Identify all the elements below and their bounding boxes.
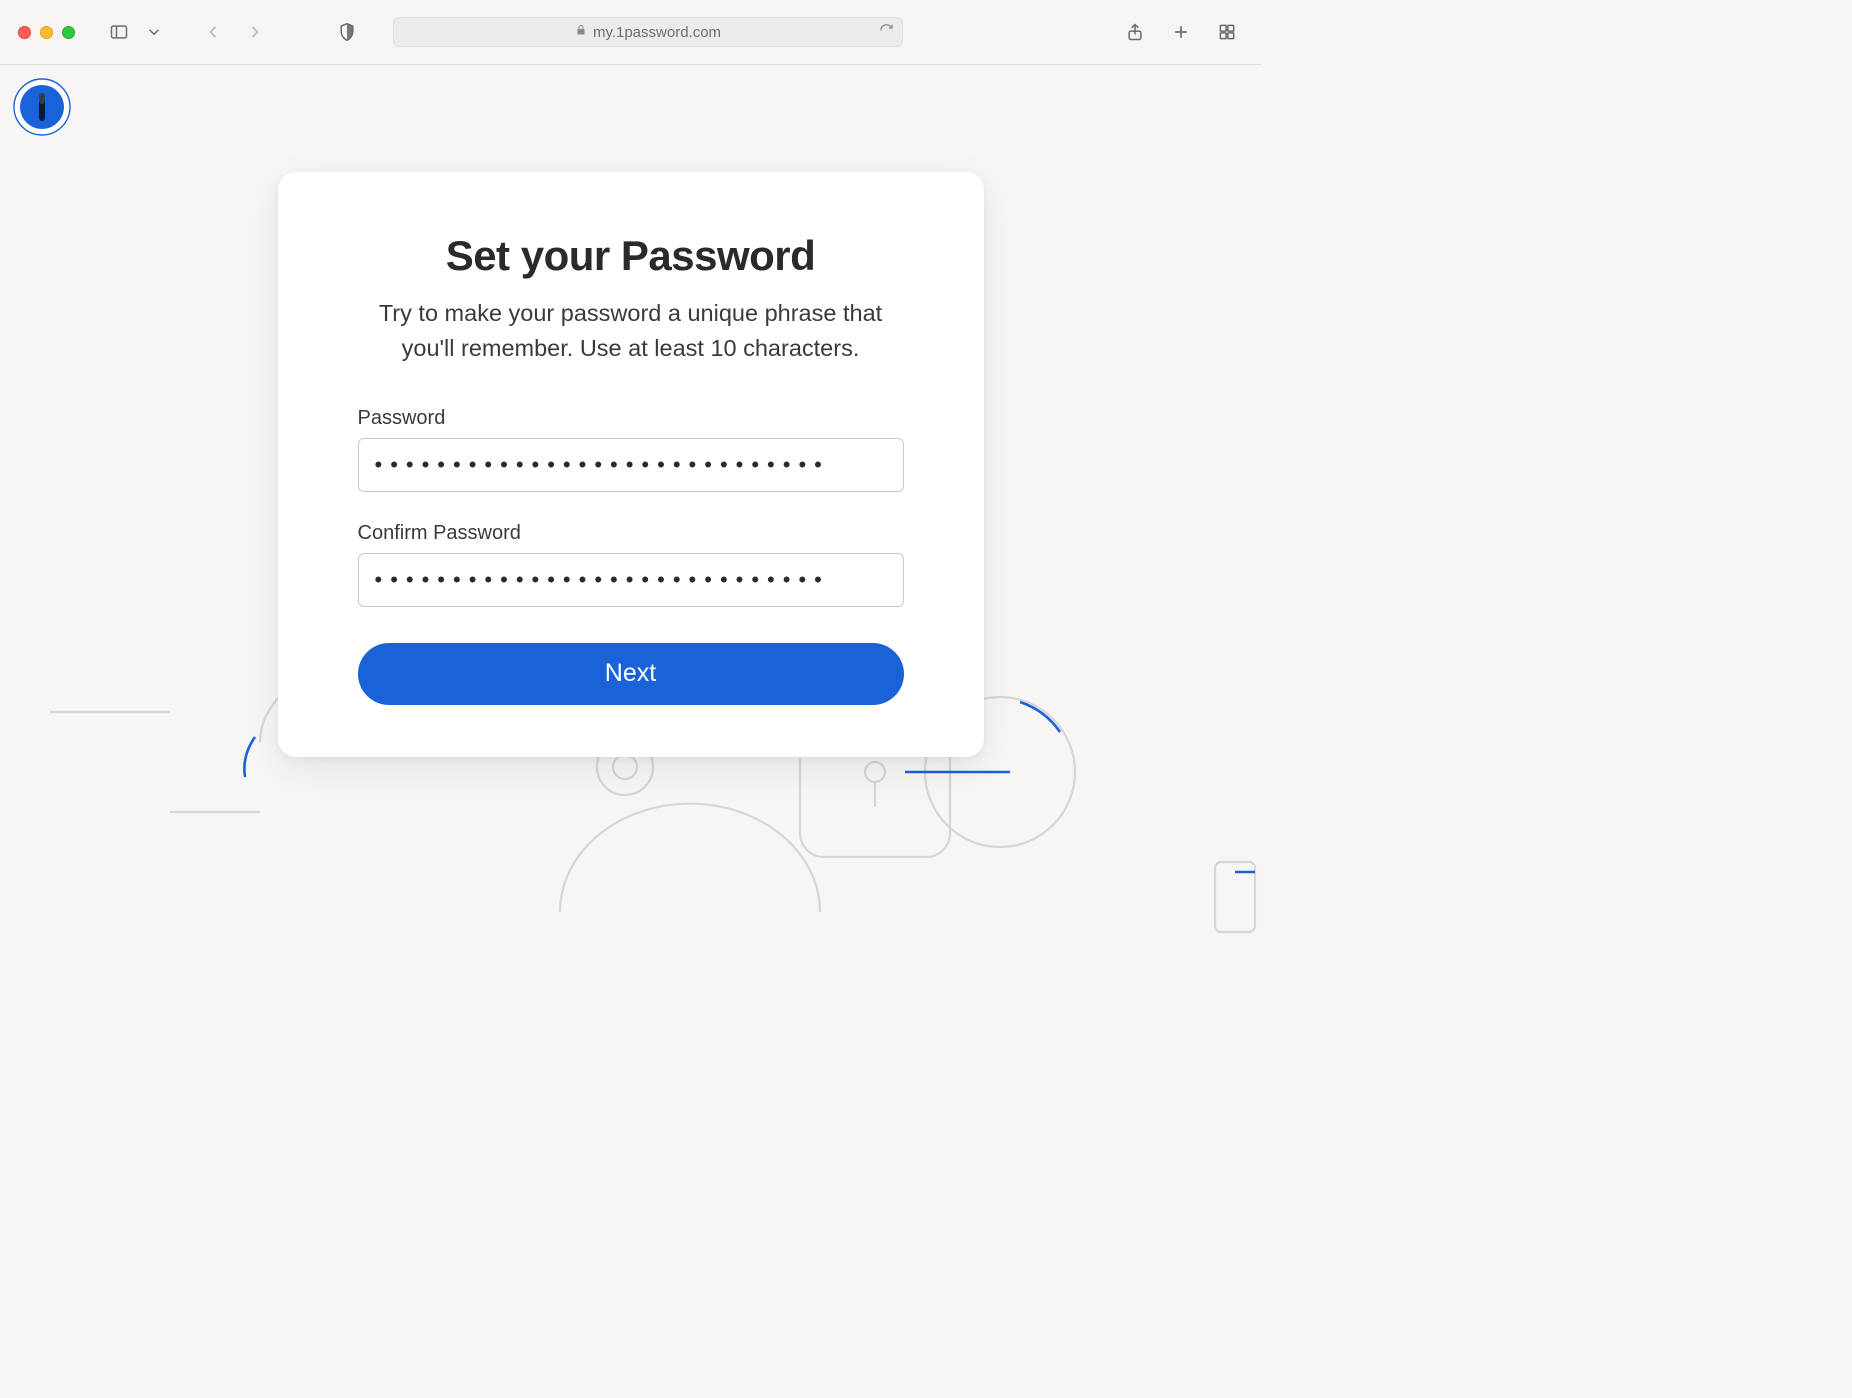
- lock-icon: [575, 23, 587, 41]
- address-bar[interactable]: my.1password.com: [393, 17, 903, 47]
- share-button[interactable]: [1119, 16, 1151, 48]
- back-button[interactable]: [197, 16, 229, 48]
- new-tab-button[interactable]: [1165, 16, 1197, 48]
- window-controls: [18, 26, 75, 39]
- minimize-window-button[interactable]: [40, 26, 53, 39]
- password-field-group: Password: [358, 407, 904, 492]
- privacy-report-button[interactable]: [331, 16, 363, 48]
- confirm-password-field-group: Confirm Password: [358, 522, 904, 607]
- maximize-window-button[interactable]: [62, 26, 75, 39]
- page-content: Set your Password Try to make your passw…: [0, 65, 1261, 952]
- set-password-card: Set your Password Try to make your passw…: [278, 172, 984, 757]
- tab-overview-button[interactable]: [1211, 16, 1243, 48]
- card-title: Set your Password: [358, 232, 904, 280]
- url-text: my.1password.com: [593, 24, 721, 41]
- onepassword-logo-icon: [12, 77, 72, 137]
- sidebar-toggle-button[interactable]: [103, 16, 135, 48]
- forward-button[interactable]: [239, 16, 271, 48]
- card-subtitle: Try to make your password a unique phras…: [358, 296, 904, 367]
- tab-group-dropdown[interactable]: [145, 16, 163, 48]
- confirm-password-label: Confirm Password: [358, 522, 904, 545]
- close-window-button[interactable]: [18, 26, 31, 39]
- reload-button[interactable]: [879, 23, 894, 42]
- browser-toolbar: my.1password.com: [0, 0, 1261, 65]
- password-label: Password: [358, 407, 904, 430]
- password-input[interactable]: [358, 438, 904, 492]
- confirm-password-input[interactable]: [358, 553, 904, 607]
- next-button[interactable]: Next: [358, 643, 904, 705]
